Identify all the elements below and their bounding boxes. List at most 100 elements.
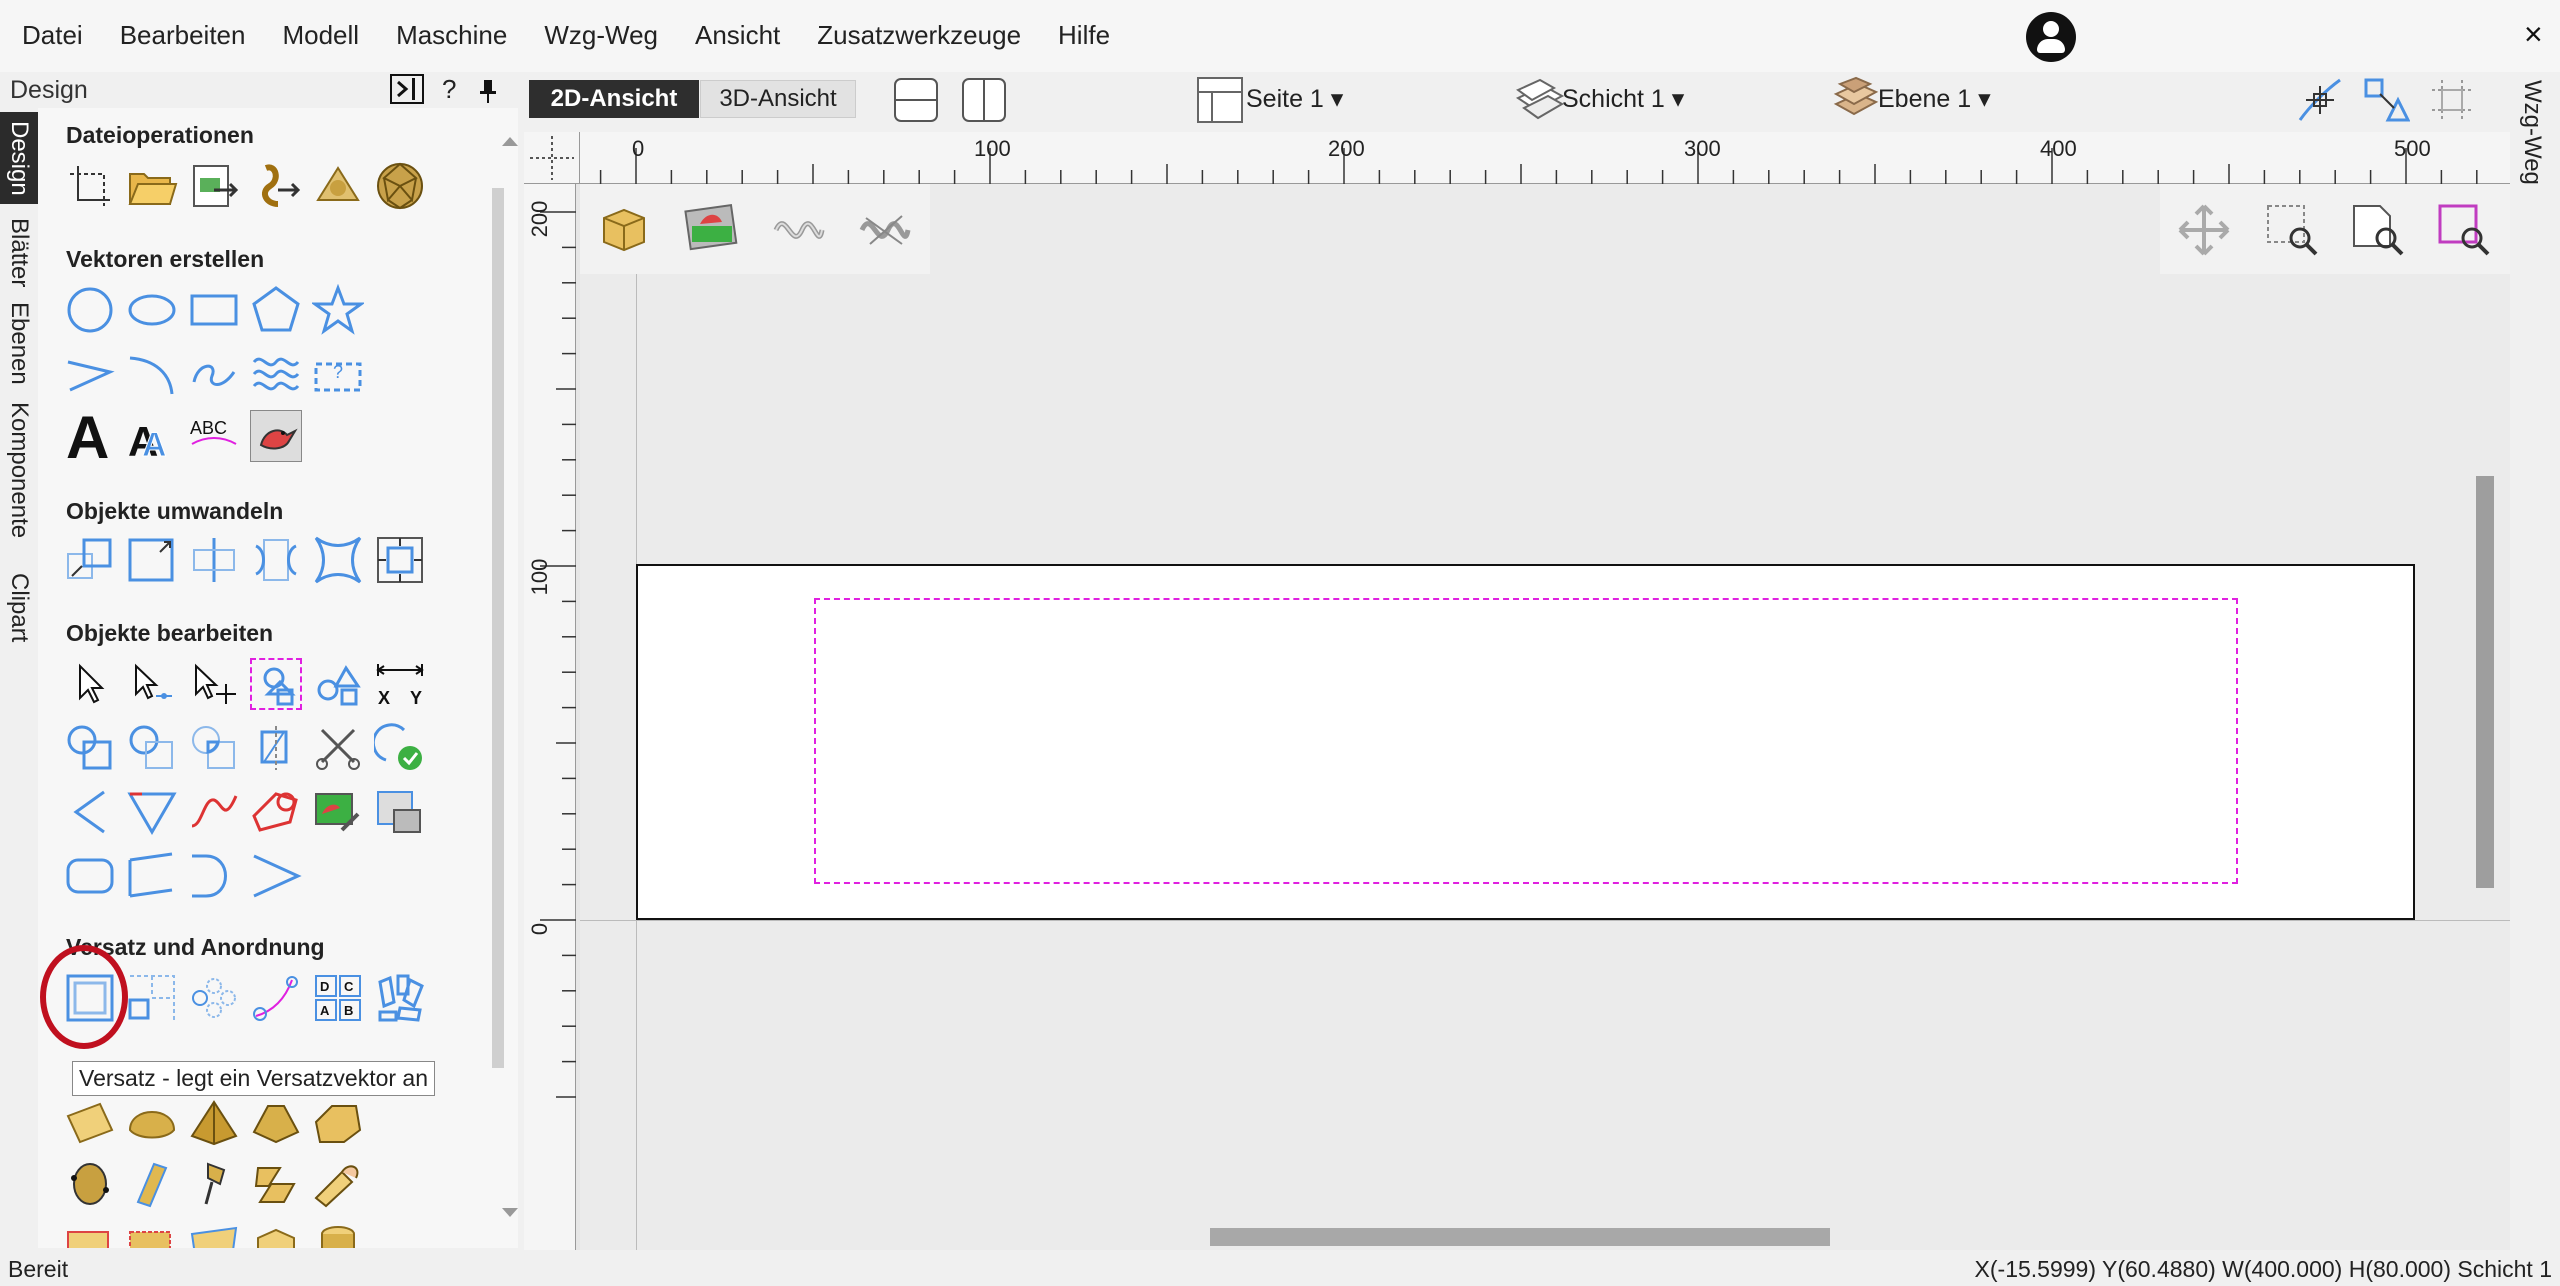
model-cube-icon[interactable]	[596, 200, 652, 261]
array-copy-icon[interactable]	[126, 972, 178, 1024]
drawing-canvas[interactable]	[580, 184, 2510, 1250]
menu-maschine[interactable]: Maschine	[396, 20, 507, 51]
rounded-rect-icon[interactable]	[64, 850, 116, 902]
sculpt-icon[interactable]	[64, 1158, 116, 1210]
menu-wzg-weg[interactable]: Wzg-Weg	[544, 20, 658, 51]
intersect-icon[interactable]	[188, 722, 240, 774]
unknown-shape-icon[interactable]: ?	[312, 348, 364, 400]
circular-array-icon[interactable]	[188, 972, 240, 1024]
text-on-curve-icon[interactable]: ABC	[188, 410, 240, 462]
weave-texture-icon[interactable]	[126, 1218, 178, 1248]
panel-scrollbar[interactable]	[492, 148, 504, 1248]
align-object-icon[interactable]	[250, 534, 302, 586]
two-rail-sweep-icon[interactable]	[250, 1158, 302, 1210]
close-vectors-icon[interactable]	[371, 722, 426, 774]
component-cube-icon[interactable]	[250, 1218, 302, 1248]
join-arc-icon[interactable]	[188, 850, 240, 902]
spin-icon[interactable]	[188, 1158, 240, 1210]
level-dropdown[interactable]: Ebene 1 ▾	[1878, 84, 1991, 114]
mirror-object-icon[interactable]	[188, 534, 240, 586]
new-job-icon[interactable]	[64, 160, 116, 212]
image-icon[interactable]	[684, 200, 740, 261]
ellipse-icon[interactable]	[126, 284, 178, 336]
subtract-icon[interactable]	[126, 722, 178, 774]
text-outline-icon[interactable]: AA	[126, 410, 178, 465]
snap-to-grid-icon[interactable]	[2296, 76, 2344, 129]
tab-3d-view[interactable]: 3D-Ansicht	[700, 80, 856, 118]
menu-bearbeiten[interactable]: Bearbeiten	[120, 20, 246, 51]
import-vector-icon[interactable]	[250, 160, 302, 212]
help-icon[interactable]: ?	[442, 74, 456, 105]
show-grid-icon[interactable]	[2428, 76, 2476, 129]
rectangle-icon[interactable]	[188, 284, 240, 336]
image-edit-icon[interactable]	[312, 786, 364, 838]
snap-objects-icon[interactable]	[2362, 76, 2411, 129]
join-lines-icon[interactable]	[250, 850, 302, 902]
arc-icon[interactable]	[126, 348, 178, 400]
shape-box-icon[interactable]	[312, 1096, 364, 1148]
side-tab-clipart[interactable]: Clipart	[0, 566, 38, 650]
polyline-icon[interactable]	[64, 348, 116, 400]
import-3d-model-icon[interactable]	[374, 160, 426, 212]
canvas-vertical-scrollbar[interactable]	[2476, 476, 2494, 888]
menu-modell[interactable]: Modell	[282, 20, 359, 51]
size-object-icon[interactable]	[374, 534, 426, 586]
import-bitmap-icon[interactable]	[188, 160, 240, 212]
trim-icon[interactable]	[250, 722, 302, 774]
join-open-vectors-icon[interactable]	[126, 850, 178, 902]
side-tab-komponente[interactable]: Komponente	[0, 400, 38, 540]
menu-hilfe[interactable]: Hilfe	[1058, 20, 1110, 51]
select-pointer-icon[interactable]	[64, 658, 116, 710]
scale-object-icon[interactable]	[126, 534, 178, 586]
side-tab-wzg-weg[interactable]: Wzg-Weg	[2518, 80, 2546, 185]
texture-icon[interactable]	[64, 1218, 116, 1248]
image-adjust-icon[interactable]	[374, 786, 426, 838]
pan-icon[interactable]	[2176, 202, 2232, 263]
shape-pyramid-icon[interactable]	[188, 1096, 240, 1148]
layer-dropdown[interactable]: Schicht 1 ▾	[1562, 84, 1684, 114]
cylinder-icon[interactable]	[312, 1218, 364, 1248]
page-dropdown[interactable]: Seite 1 ▾	[1246, 84, 1343, 114]
distort-object-icon[interactable]	[312, 534, 364, 586]
open-file-icon[interactable]	[126, 160, 178, 212]
shape-plane-icon[interactable]	[64, 1096, 116, 1148]
shape-tent-icon[interactable]	[250, 1096, 302, 1148]
toolpath-preview-icon[interactable]	[856, 200, 912, 261]
canvas-horizontal-scrollbar[interactable]	[580, 1220, 2510, 1250]
side-tab-design[interactable]: Design	[0, 112, 38, 204]
tab-2d-view[interactable]: 2D-Ansicht	[529, 80, 699, 118]
circle-icon[interactable]	[64, 284, 116, 336]
side-tab-ebenen[interactable]: Ebenen	[0, 302, 38, 385]
panel-collapse-icon[interactable]	[390, 74, 424, 111]
material-sheet[interactable]	[636, 564, 2415, 920]
bezier-curve-icon[interactable]	[188, 348, 240, 400]
smudge-icon[interactable]	[312, 1158, 364, 1210]
split-vertical-icon[interactable]	[960, 76, 1008, 129]
menu-ansicht[interactable]: Ansicht	[695, 20, 780, 51]
measure-xy-icon[interactable]: XY	[374, 658, 426, 710]
scissors-icon[interactable]	[312, 722, 364, 774]
nesting-abcd-icon[interactable]: DCAB	[312, 972, 364, 1024]
split-horizontal-icon[interactable]	[892, 76, 940, 129]
fade-icon[interactable]	[188, 1218, 240, 1248]
ruler-corner[interactable]	[524, 132, 580, 184]
bitmap-trace-icon[interactable]	[250, 410, 302, 462]
star-icon[interactable]	[310, 283, 366, 336]
nest-parts-icon[interactable]	[374, 972, 426, 1024]
selected-vector[interactable]	[814, 598, 2238, 884]
copy-along-curve-icon[interactable]	[250, 972, 302, 1024]
zoom-selection-icon[interactable]	[2436, 202, 2492, 263]
chamfer-icon[interactable]	[126, 786, 178, 838]
node-edit-icon[interactable]	[126, 658, 178, 710]
extrude-icon[interactable]	[126, 1158, 178, 1210]
pin-icon[interactable]	[478, 78, 498, 111]
interactive-select-icon[interactable]	[250, 658, 302, 710]
import-component-icon[interactable]	[312, 160, 364, 212]
transform-pointer-icon[interactable]	[188, 658, 240, 710]
polygon-icon[interactable]	[250, 284, 302, 336]
zoom-page-icon[interactable]	[2350, 202, 2406, 263]
move-object-icon[interactable]	[64, 534, 116, 586]
shape-dome-icon[interactable]	[126, 1096, 178, 1148]
menu-datei[interactable]: Datei	[22, 20, 83, 51]
fillet-icon[interactable]	[64, 786, 116, 838]
